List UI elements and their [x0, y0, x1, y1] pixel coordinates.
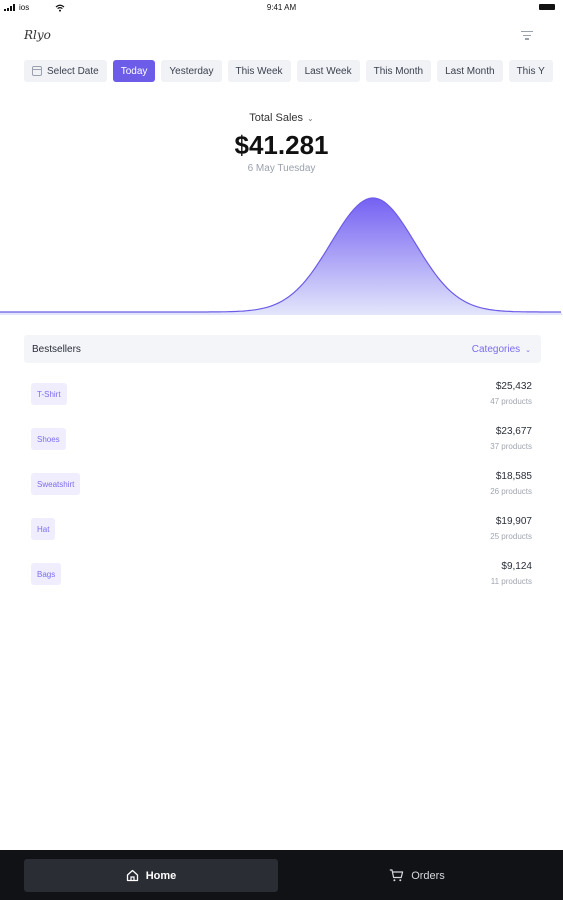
item-count: 47 products [490, 397, 532, 406]
list-item[interactable]: Bags $9,124 11 products [24, 558, 541, 603]
sales-chart [0, 197, 563, 315]
chevron-down-icon: ⌄ [307, 114, 314, 123]
chart-line [0, 197, 561, 313]
total-sales-value: $41.281 [234, 130, 329, 160]
item-amount: $9,124 [501, 561, 532, 572]
nav-home-label: Home [145, 869, 177, 882]
list-item[interactable]: Hat $19,907 25 products [24, 513, 541, 558]
category-tag[interactable]: Shoes [31, 428, 66, 450]
item-amount: $18,585 [495, 471, 532, 482]
list-item[interactable]: T-Shirt $25,432 47 products [24, 378, 541, 423]
home-icon [126, 869, 138, 882]
item-count: 26 products [490, 487, 532, 496]
item-amount: $25,432 [495, 381, 532, 392]
item-count: 37 products [490, 442, 532, 451]
chip-this-year[interactable]: This Y [508, 60, 553, 82]
category-tag[interactable]: T-Shirt [31, 383, 67, 405]
cart-icon [389, 869, 404, 882]
item-count: 11 products [490, 577, 532, 586]
date-filter-bar: Select Date Today Yesterday This Week La… [24, 60, 563, 82]
nav-orders-label: Orders [411, 869, 445, 882]
item-amount: $23,677 [495, 426, 532, 437]
battery-icon [539, 4, 555, 10]
category-tag[interactable]: Bags [31, 563, 62, 585]
total-sales-dropdown[interactable]: Total Sales ⌄ [0, 112, 563, 124]
nav-orders-button[interactable]: Orders [290, 859, 544, 892]
list-item[interactable]: Shoes $23,677 37 products [24, 423, 541, 468]
nav-home-button[interactable]: Home [24, 859, 278, 892]
category-tag[interactable]: Hat [31, 518, 56, 540]
chip-today[interactable]: Today [112, 60, 156, 82]
chip-label: Select Date [47, 65, 99, 77]
bestsellers-title: Bestsellers [32, 344, 81, 355]
chip-this-week[interactable]: This Week [227, 60, 291, 82]
chip-last-month[interactable]: Last Month [437, 60, 503, 82]
chevron-down-icon: ⌄ [525, 347, 531, 354]
status-bar: ios 9:41 AM [0, 0, 563, 14]
sales-date: 6 May Tuesday [247, 163, 316, 174]
category-tag[interactable]: Sweatshirt [31, 473, 81, 495]
item-count: 25 products [490, 532, 532, 541]
bestsellers-list: T-Shirt $25,432 47 products Shoes $23,67… [24, 378, 541, 603]
chip-this-month[interactable]: This Month [365, 60, 432, 82]
chart-area [0, 198, 563, 315]
total-sales-label: Total Sales [249, 112, 304, 124]
chip-select-date[interactable]: Select Date [24, 60, 107, 82]
categories-dropdown[interactable]: Categories ⌄ [472, 344, 531, 355]
filter-icon[interactable] [521, 31, 533, 41]
categories-label: Categories [471, 344, 521, 355]
app-logo: Rlyo [24, 28, 51, 42]
list-item[interactable]: Sweatshirt $18,585 26 products [24, 468, 541, 513]
chip-last-week[interactable]: Last Week [296, 60, 360, 82]
chip-yesterday[interactable]: Yesterday [161, 60, 222, 82]
calendar-icon [32, 66, 42, 76]
bestsellers-header: Bestsellers Categories ⌄ [24, 335, 541, 363]
item-amount: $19,907 [495, 516, 532, 527]
status-time: 9:41 AM [266, 3, 297, 12]
bottom-nav: Home Orders [0, 850, 563, 900]
